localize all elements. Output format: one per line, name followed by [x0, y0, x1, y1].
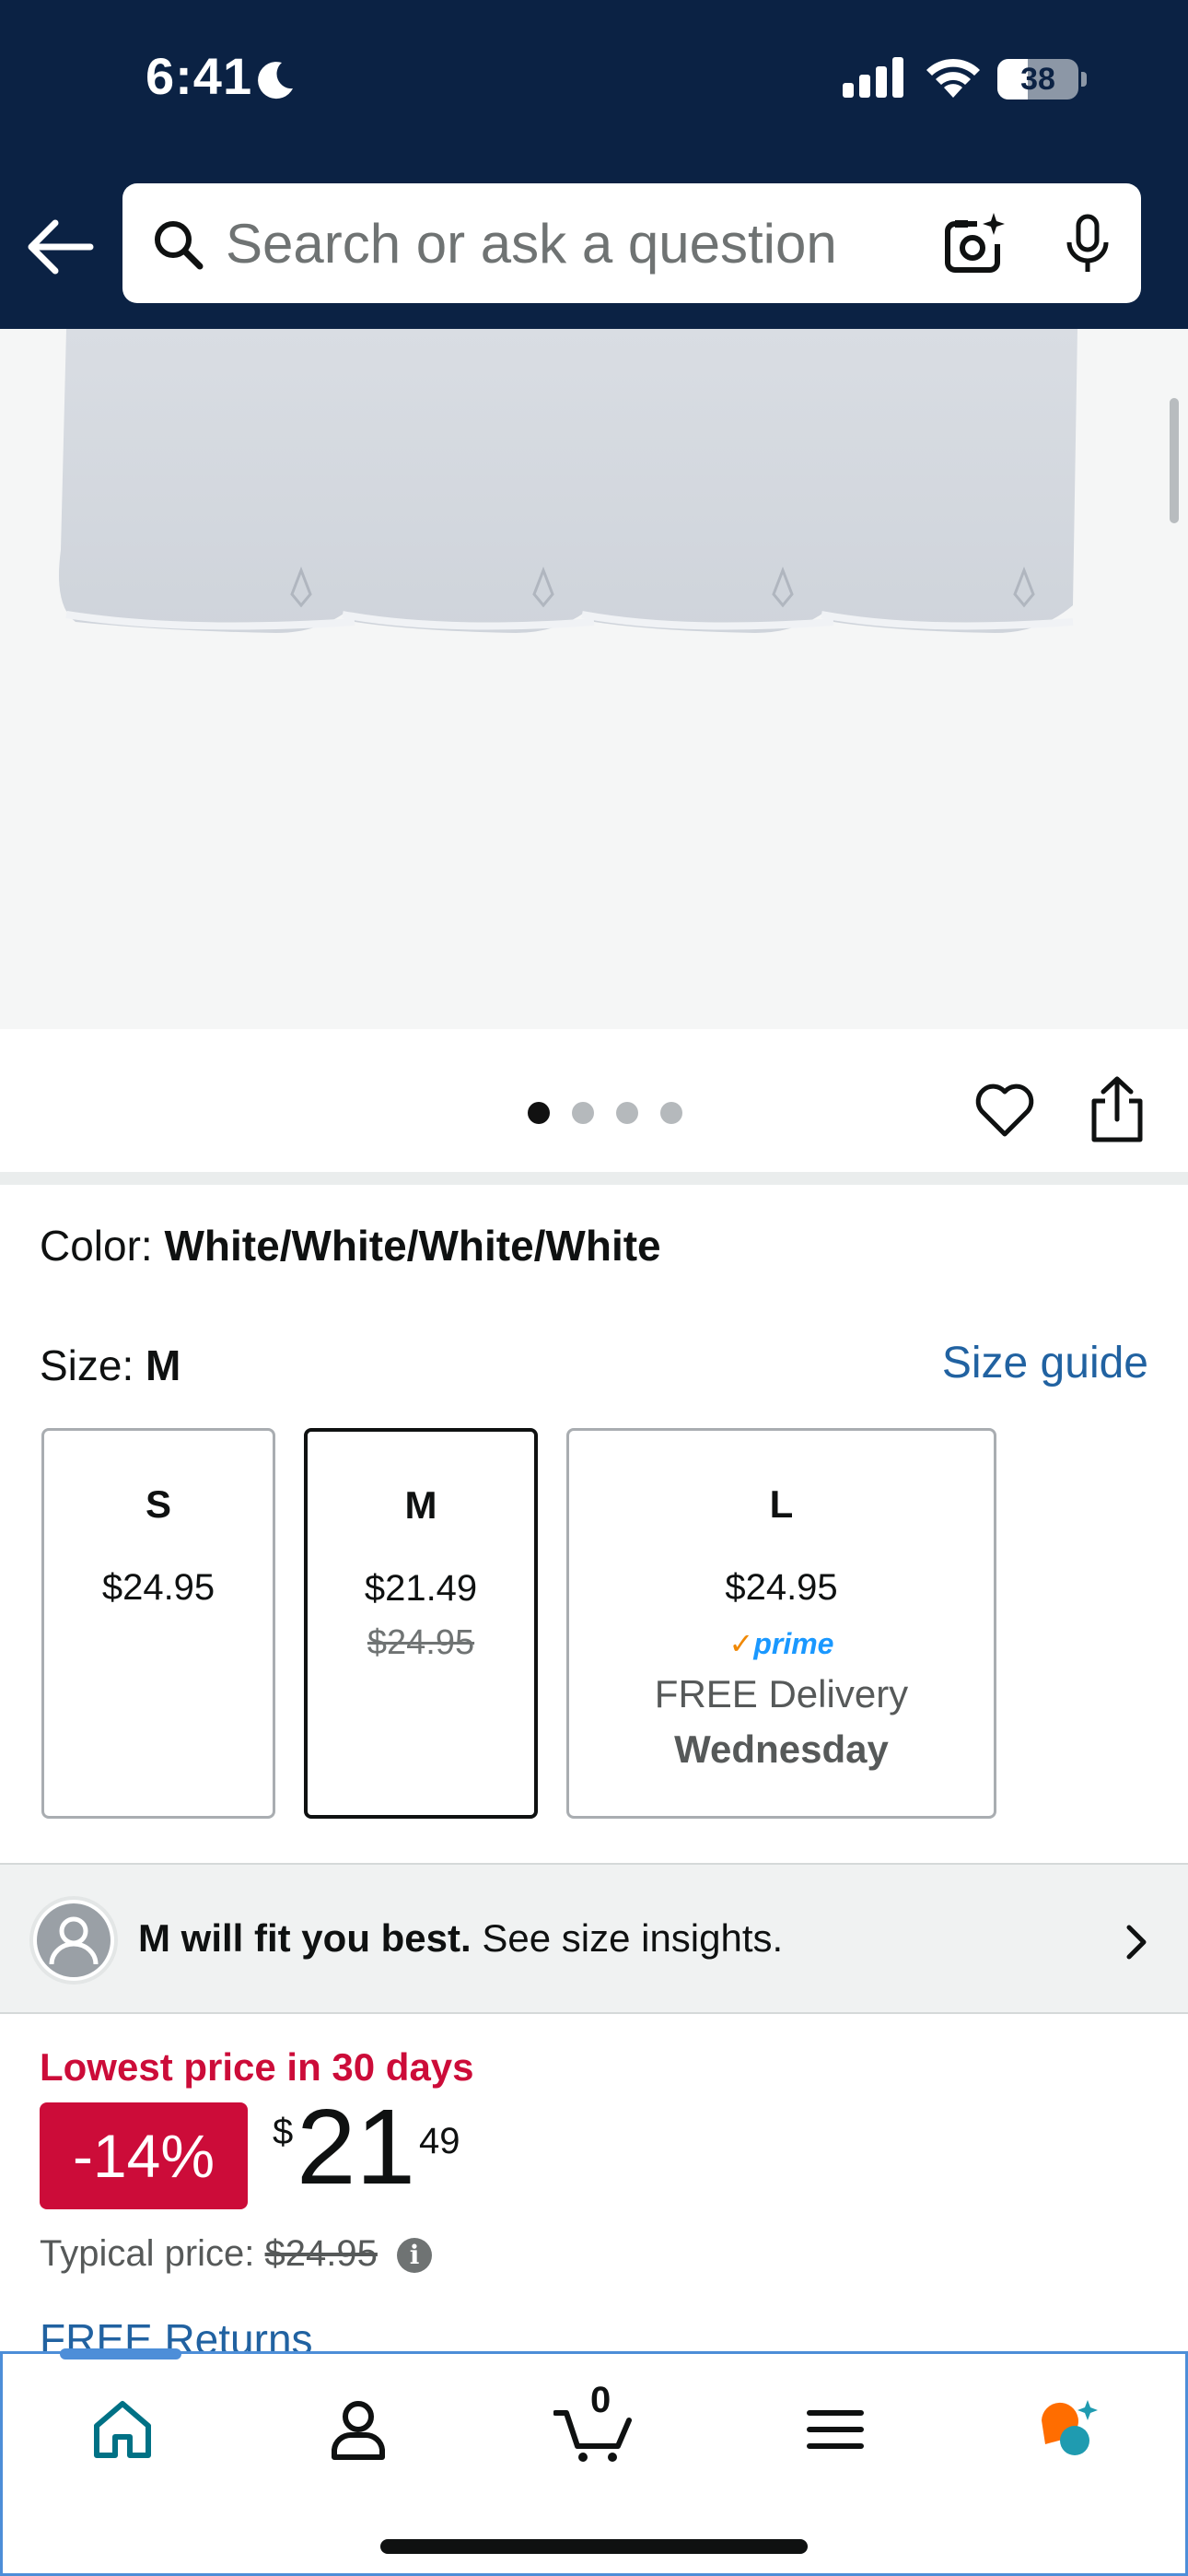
heart-icon[interactable]: [974, 1081, 1035, 1142]
size-option-label: M: [404, 1483, 437, 1527]
carousel-dot[interactable]: [572, 1102, 594, 1124]
size-option-m[interactable]: M $21.49 $24.95: [304, 1428, 538, 1819]
info-icon[interactable]: i: [397, 2238, 433, 2274]
price-fraction: 49: [419, 2121, 460, 2161]
prime-check-icon: ✓: [728, 1627, 754, 1660]
size-option-l[interactable]: L $24.95 ✓prime FREE Delivery Wednesday: [566, 1428, 996, 1819]
search-icon: [155, 221, 204, 270]
color-selection: Color: White/White/White/White: [40, 1221, 661, 1270]
battery-indicator: 38: [997, 59, 1087, 100]
size-option-price: $21.49: [364, 1568, 478, 1609]
delivery-day: Wednesday: [674, 1727, 889, 1771]
product-image-carousel[interactable]: [0, 329, 1188, 1029]
lowest-price-badge: Lowest price in 30 days: [40, 2045, 474, 2089]
typical-price: Typical price: $24.95 i: [40, 2233, 433, 2275]
size-insights-bar[interactable]: M will fit you best. See size insights.: [0, 1863, 1188, 2014]
avatar: [29, 1896, 118, 1985]
size-value: M: [146, 1341, 181, 1389]
carousel-dot[interactable]: [528, 1102, 550, 1124]
home-icon[interactable]: [86, 2393, 159, 2466]
carousel-dot[interactable]: [660, 1102, 682, 1124]
prime-label: prime: [753, 1627, 834, 1660]
delivery-text: FREE Delivery: [654, 1672, 909, 1715]
see-size-insights: See size insights.: [482, 1916, 784, 1960]
size-option-price: $24.95: [725, 1567, 838, 1608]
size-guide-link[interactable]: Size guide: [942, 1338, 1148, 1388]
size-selection: Size: M: [40, 1341, 181, 1390]
carousel-dot[interactable]: [616, 1102, 638, 1124]
page-scrollbar[interactable]: [1170, 398, 1179, 523]
size-option-label: S: [145, 1482, 171, 1526]
do-not-disturb-moon-icon: [258, 62, 293, 100]
app-header: 6:41 38: [0, 0, 1188, 329]
microphone-icon[interactable]: [1062, 213, 1113, 275]
size-label: Size:: [40, 1341, 134, 1389]
price-currency: $: [273, 2112, 294, 2152]
size-insight-text: M will fit you best. See size insights.: [138, 1916, 783, 1961]
discount-badge: -14%: [40, 2102, 248, 2209]
rufus-chat-icon[interactable]: [1032, 2393, 1106, 2466]
camera-lens-icon[interactable]: [940, 211, 1007, 277]
cart-count: 0: [590, 2380, 611, 2420]
size-option-label: L: [769, 1482, 794, 1526]
size-option-s[interactable]: S $24.95: [41, 1428, 275, 1819]
wifi-icon: [926, 58, 980, 98]
cellular-signal-icon: [843, 57, 903, 98]
price-whole: 21: [297, 2087, 416, 2207]
account-icon[interactable]: [321, 2393, 395, 2466]
active-tab-indicator: [60, 2348, 181, 2359]
product-image: [59, 329, 1077, 633]
size-option-price: $24.95: [101, 1567, 215, 1608]
search-bar[interactable]: [122, 183, 1141, 303]
home-indicator: [380, 2539, 808, 2554]
section-divider: [0, 1172, 1188, 1185]
back-arrow-icon[interactable]: [24, 214, 98, 280]
user-avatar-icon: [37, 1903, 111, 1977]
battery-level: 38: [1020, 62, 1055, 97]
color-value: White/White/White/White: [164, 1222, 661, 1270]
color-label: Color:: [40, 1222, 153, 1270]
size-option-old-price: $24.95: [367, 1623, 475, 1662]
prime-badge: ✓prime: [569, 1626, 994, 1661]
search-input[interactable]: [226, 204, 999, 283]
carousel-controls: [0, 1029, 1188, 1172]
typical-price-value: $24.95: [264, 2233, 378, 2274]
fit-recommendation: M will fit you best.: [138, 1916, 472, 1960]
typical-price-label: Typical price:: [40, 2233, 255, 2274]
chevron-right-icon: [1126, 1925, 1147, 1960]
status-time: 6:41: [146, 47, 253, 105]
share-icon[interactable]: [1087, 1075, 1147, 1143]
menu-icon[interactable]: [798, 2393, 872, 2466]
